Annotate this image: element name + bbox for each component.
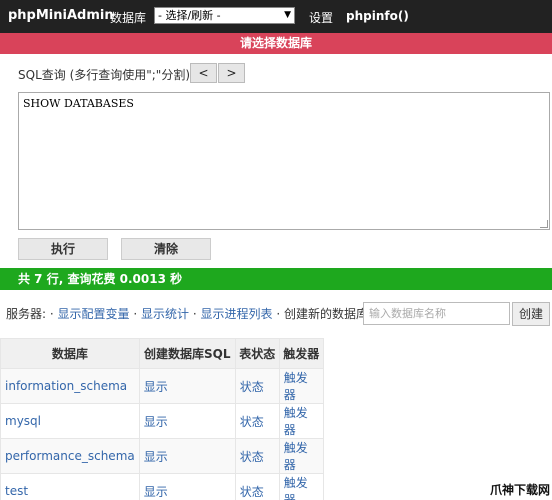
column-header-triggers: 触发器 [278,338,324,369]
show-process-list-link[interactable]: 显示进程列表 [200,307,272,321]
server-label: 服务器: [6,307,47,321]
watermark-logo: 爪神下载网 [489,483,550,497]
table-status-link[interactable]: 状态 [234,473,280,500]
show-create-sql-link[interactable]: 显示 [138,368,236,404]
database-select[interactable]: - 选择/刷新 - ▼ [154,7,295,24]
database-label: 数据库 [110,11,147,25]
select-database-banner: 请选择数据库 [0,33,552,54]
table-row: information_schema 显示 状态 触发器 [0,368,324,404]
database-table: 数据库 创建数据库SQL 表状态 触发器 information_schema … [0,338,324,500]
show-statistics-link[interactable]: 显示统计 [141,307,189,321]
database-select-value: - 选择/刷新 - [158,9,221,22]
column-header-table-status: 表状态 [234,338,280,369]
dropdown-arrow-icon: ▼ [284,10,291,20]
table-row: mysql 显示 状态 触发器 [0,403,324,439]
table-row: performance_schema 显示 状态 触发器 [0,438,324,474]
show-config-variables-link[interactable]: 显示配置变量 [58,307,130,321]
app-title[interactable]: phpMiniAdmin [8,8,114,23]
sql-query-text: SHOW DATABASES [23,97,134,110]
previous-query-button[interactable]: < [190,63,217,83]
show-create-sql-link[interactable]: 显示 [138,473,236,500]
database-name-link[interactable]: performance_schema [0,438,140,474]
clear-button[interactable]: 清除 [121,238,211,260]
table-status-link[interactable]: 状态 [234,438,280,474]
resize-handle-icon[interactable] [540,220,548,228]
server-actions-row: 服务器: · 显示配置变量 · 显示统计 · 显示进程列表 · 创建新的数据库: [6,307,373,321]
sql-query-textarea[interactable]: SHOW DATABASES [18,92,550,230]
table-status-link[interactable]: 状态 [234,368,280,404]
triggers-link[interactable]: 触发器 [278,438,324,474]
new-database-name-input[interactable]: 输入数据库名称 [363,302,510,325]
show-create-sql-link[interactable]: 显示 [138,438,236,474]
sql-query-label: SQL查询 (多行查询使用";"分割): [18,68,195,82]
database-name-link[interactable]: mysql [0,403,140,439]
table-header-row: 数据库 创建数据库SQL 表状态 触发器 [0,338,324,369]
create-database-label: 创建新的数据库: [283,307,373,321]
settings-link[interactable]: 设置 [309,9,333,26]
next-query-button[interactable]: > [218,63,245,83]
triggers-link[interactable]: 触发器 [278,473,324,500]
phpinfo-link[interactable]: phpinfo() [346,9,409,23]
column-header-database: 数据库 [0,338,140,369]
table-row: test 显示 状态 触发器 [0,473,324,500]
table-status-link[interactable]: 状态 [234,403,280,439]
database-name-link[interactable]: test [0,473,140,500]
query-result-status: 共 7 行, 查询花费 0.0013 秒 [0,268,552,290]
triggers-link[interactable]: 触发器 [278,403,324,439]
create-database-button[interactable]: 创建 [512,302,550,326]
execute-button[interactable]: 执行 [18,238,108,260]
triggers-link[interactable]: 触发器 [278,368,324,404]
top-nav-bar: phpMiniAdmin 数据库 - 选择/刷新 - ▼ 设置 phpinfo(… [0,0,552,33]
show-create-sql-link[interactable]: 显示 [138,403,236,439]
database-name-link[interactable]: information_schema [0,368,140,404]
column-header-create-sql: 创建数据库SQL [138,338,236,369]
